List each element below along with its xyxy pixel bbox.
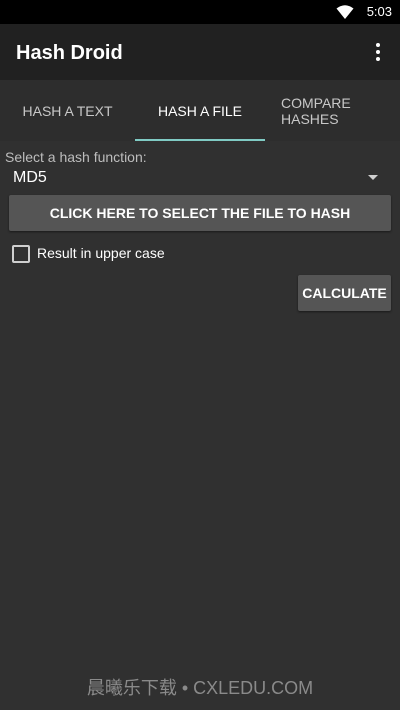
tab-compare-hashes[interactable]: COMPARE HASHES <box>265 80 400 141</box>
status-time: 5:03 <box>366 4 392 19</box>
more-options-icon[interactable] <box>366 40 390 64</box>
wifi-icon <box>336 5 354 19</box>
select-file-button[interactable]: CLICK HERE TO SELECT THE FILE TO HASH <box>9 195 391 231</box>
dropdown-arrow-icon <box>368 175 378 180</box>
tab-compare-hashes-label: COMPARE HASHES <box>281 94 351 127</box>
app-title: Hash Droid <box>16 42 123 64</box>
uppercase-checkbox-label: Result in upper case <box>37 245 165 261</box>
watermark: 晨曦乐下载 • CXLEDU.COM <box>86 678 314 698</box>
tab-hash-text[interactable]: HASH A TEXT <box>0 80 135 141</box>
status-bar: 5:03 <box>0 0 400 24</box>
app-bar: Hash Droid <box>0 24 400 80</box>
tab-selected-indicator <box>135 139 265 141</box>
tab-bar: HASH A TEXT HASH A FILE COMPARE HASHES <box>0 80 400 141</box>
tab-hash-text-label: HASH A TEXT <box>22 102 113 119</box>
hash-function-spinner[interactable]: MD5 <box>6 166 390 190</box>
tab-hash-file[interactable]: HASH A FILE <box>135 80 265 141</box>
hash-function-label: Select a hash function: <box>5 149 147 165</box>
uppercase-checkbox[interactable] <box>12 245 30 263</box>
calculate-button[interactable]: CALCULATE <box>298 275 391 311</box>
hash-function-value: MD5 <box>13 169 47 186</box>
tab-hash-file-label: HASH A FILE <box>157 102 243 119</box>
